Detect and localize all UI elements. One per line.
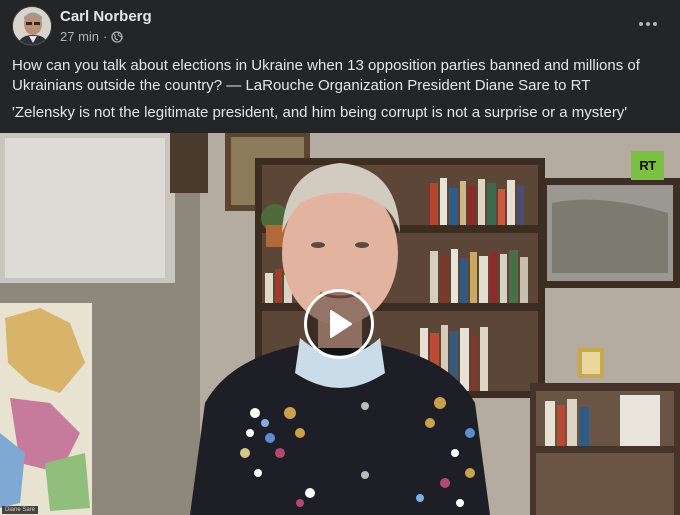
post-time[interactable]: 27 min (60, 29, 99, 44)
play-icon (330, 310, 352, 338)
more-options-icon[interactable] (634, 14, 662, 34)
post-header: Carl Norberg 27 min · (0, 0, 680, 52)
play-button[interactable] (304, 289, 374, 359)
post-meta: 27 min · (60, 29, 124, 44)
dot-icon (646, 22, 650, 26)
globe-icon[interactable] (111, 30, 124, 43)
author-name[interactable]: Carl Norberg (60, 8, 152, 25)
rt-logo: RT (631, 151, 664, 180)
post-caption: How can you talk about elections in Ukra… (12, 57, 640, 94)
dot-icon (639, 22, 643, 26)
post-quote: 'Zelensky is not the legitimate presiden… (12, 104, 628, 121)
speaker-name-tag: Diane Sare (2, 506, 39, 514)
author-avatar[interactable] (12, 6, 52, 46)
video-player[interactable]: RT Diane Sare (0, 133, 680, 515)
dot-icon (653, 22, 657, 26)
meta-separator: · (103, 29, 108, 44)
